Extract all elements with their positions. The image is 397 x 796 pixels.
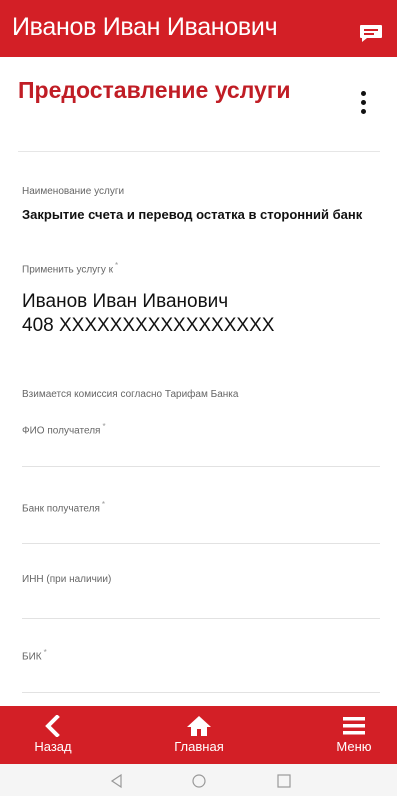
- bik-input[interactable]: [22, 692, 380, 693]
- service-name-label: Наименование услуги: [22, 186, 125, 197]
- recipient-name-input[interactable]: [22, 466, 380, 467]
- apply-to-label: Применить услугу к *: [22, 261, 119, 276]
- page-title: Предоставление услуги: [18, 77, 291, 103]
- inn-label: ИНН (при наличии): [22, 574, 112, 585]
- menu-label: Меню: [336, 739, 372, 754]
- recipient-bank-label: Банк получателя *: [22, 500, 106, 515]
- commission-note: Взимается комиссия согласно Тарифам Банк…: [22, 389, 239, 400]
- bik-label: БИК *: [22, 648, 47, 663]
- back-button[interactable]: Назад: [8, 706, 98, 764]
- account-number[interactable]: 408 XXXXXXXXXXXXXXXXX: [22, 314, 274, 338]
- back-label: Назад: [34, 739, 72, 754]
- system-navigation-bar: [0, 764, 397, 796]
- chevron-left-icon: [45, 715, 60, 737]
- app-header: Иванов Иван Иванович: [0, 0, 397, 57]
- divider: [18, 151, 380, 152]
- system-back-icon[interactable]: [109, 773, 125, 789]
- more-vertical-icon[interactable]: [358, 91, 368, 121]
- recipient-bank-input[interactable]: [22, 543, 380, 544]
- client-name[interactable]: Иванов Иван Иванович: [22, 290, 228, 314]
- system-home-icon[interactable]: [191, 773, 207, 789]
- hamburger-icon: [343, 717, 365, 735]
- system-recents-icon[interactable]: [276, 773, 292, 789]
- home-icon: [187, 716, 211, 736]
- recipient-name-label: ФИО получателя *: [22, 422, 106, 437]
- home-button[interactable]: Главная: [154, 706, 244, 764]
- inn-input[interactable]: [22, 618, 380, 619]
- header-title: Иванов Иван Иванович: [12, 13, 278, 41]
- menu-button[interactable]: Меню: [309, 706, 397, 764]
- bottom-navigation: Назад Главная Меню: [0, 706, 397, 764]
- service-name-value: Закрытие счета и перевод остатка в сторо…: [22, 207, 363, 222]
- chat-icon[interactable]: [359, 24, 383, 43]
- home-label: Главная: [174, 739, 224, 754]
